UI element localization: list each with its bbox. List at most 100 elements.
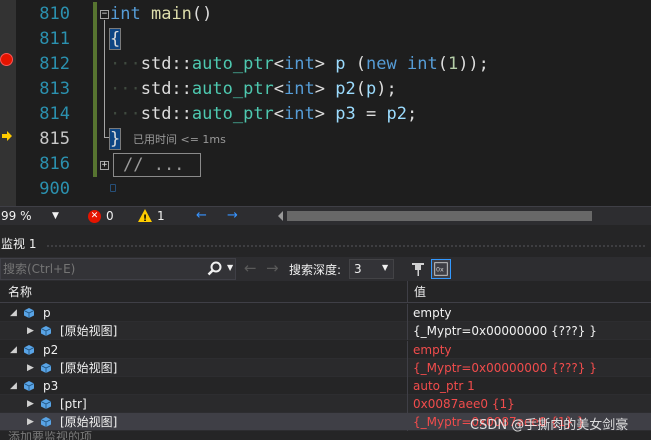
- variable-icon: [41, 417, 51, 427]
- type-name: auto_ptr: [191, 104, 274, 124]
- function-name: main: [150, 4, 192, 24]
- punctuation: (): [191, 4, 213, 24]
- watch-row-p[interactable]: ◢ p empty: [0, 304, 651, 322]
- column-separator[interactable]: [407, 281, 408, 303]
- line-number: 900: [39, 179, 70, 199]
- scroll-left-icon[interactable]: [278, 211, 283, 221]
- punctuation: (: [355, 79, 366, 99]
- column-header-name[interactable]: 名称: [8, 281, 32, 303]
- code-line-811[interactable]: {: [108, 27, 122, 52]
- pin-icon[interactable]: [409, 260, 427, 278]
- zoom-level[interactable]: 99 % ▼: [0, 207, 60, 225]
- hex-display-icon[interactable]: 0x: [431, 259, 451, 279]
- line-number: 812: [39, 54, 70, 74]
- punctuation: (: [345, 54, 366, 74]
- variable-icon: [24, 308, 34, 318]
- keyword: int: [406, 54, 438, 74]
- watch-row-p2[interactable]: ◢ p2 empty: [0, 341, 651, 359]
- perf-tip[interactable]: 已用时间 <= 1ms: [133, 131, 226, 147]
- variable-icon: [41, 399, 51, 409]
- watch-row-p3[interactable]: ◢ p3 auto_ptr 1: [0, 377, 651, 395]
- keyword: int: [110, 4, 141, 24]
- search-next-icon[interactable]: →: [266, 259, 279, 277]
- code-editor[interactable]: 810 811 812 813 814 815 816 900 − + int …: [0, 0, 651, 206]
- whitespace-dots: ···: [110, 79, 141, 99]
- horizontal-scrollbar[interactable]: [287, 211, 592, 221]
- expand-triangle-icon[interactable]: ▶: [27, 395, 34, 413]
- code-line-810[interactable]: int main(): [110, 2, 212, 27]
- column-separator: [407, 341, 408, 359]
- expand-triangle-icon[interactable]: ▶: [27, 359, 34, 377]
- search-input[interactable]: [0, 258, 236, 280]
- cursor-marker: [110, 184, 116, 192]
- collapse-triangle-icon[interactable]: ◢: [10, 341, 17, 359]
- code-line-813[interactable]: ···std::auto_ptr<int> p2(p);: [110, 77, 397, 102]
- watch-row-ptr[interactable]: ▶ [ptr] 0x0087aee0 {1}: [0, 395, 651, 413]
- watch-panel-title[interactable]: 监视 1: [0, 225, 651, 257]
- watch-row-name: [ptr]: [60, 397, 87, 411]
- column-header-value[interactable]: 值: [414, 281, 426, 303]
- watch-row-name: p3: [43, 379, 59, 393]
- error-icon[interactable]: ✕: [88, 210, 101, 223]
- watch-row-raw-view[interactable]: ▶ [原始视图] {_Myptr=0x00000000 {???} }: [0, 322, 651, 340]
- chevron-down-icon[interactable]: ▼: [382, 263, 388, 272]
- punctuation: >: [314, 79, 326, 99]
- expand-triangle-icon[interactable]: ▶: [27, 322, 34, 340]
- collapsed-region[interactable]: // ...: [113, 153, 201, 177]
- namespace: std::: [140, 79, 192, 99]
- collapse-triangle-icon[interactable]: ◢: [10, 377, 17, 395]
- column-separator: [407, 377, 408, 395]
- column-separator: [407, 413, 408, 431]
- search-previous-icon[interactable]: ←: [244, 259, 257, 277]
- line-number-row: 816: [0, 152, 100, 177]
- watch-row-value-changed: empty: [413, 343, 452, 357]
- column-separator: [407, 359, 408, 377]
- punctuation: ));: [458, 54, 489, 74]
- code-line-814[interactable]: ···std::auto_ptr<int> p3 = p2;: [110, 102, 417, 127]
- variable-icon: [41, 363, 51, 373]
- variable-icon: [24, 381, 34, 391]
- code-line-812[interactable]: ···std::auto_ptr<int> p (new int(1));: [110, 52, 489, 77]
- watch-row-value: empty: [413, 306, 452, 320]
- type-name: auto_ptr: [191, 54, 274, 74]
- watch-row-value-changed: auto_ptr 1: [413, 379, 475, 393]
- column-separator: [407, 322, 408, 340]
- collapse-icon[interactable]: −: [100, 10, 109, 19]
- editor-status-strip: 99 % ▼ ✕ 0 ! 1 ← →: [0, 206, 651, 225]
- outline-guide: [104, 20, 105, 137]
- watch-row-value-changed: 0x0087aee0 {1}: [413, 397, 515, 411]
- expand-icon[interactable]: +: [100, 161, 109, 170]
- variable-icon: [41, 326, 51, 336]
- namespace: std::: [140, 104, 192, 124]
- expand-triangle-icon[interactable]: ▶: [27, 413, 34, 431]
- punctuation: );: [376, 79, 397, 99]
- zoom-value: 99 %: [1, 209, 32, 223]
- current-statement-arrow-icon: [2, 131, 12, 141]
- search-options-chevron-icon[interactable]: ▼: [227, 263, 233, 272]
- line-number-row: 813: [0, 77, 100, 102]
- line-number: 816: [39, 154, 70, 174]
- svg-text:0x: 0x: [436, 267, 444, 274]
- collapse-triangle-icon[interactable]: ◢: [10, 304, 17, 322]
- punctuation: (: [437, 54, 448, 74]
- column-separator: [407, 395, 408, 413]
- watch-row-raw-view[interactable]: ▶ [原始视图] {_Myptr=0x00000000 {???} }: [0, 359, 651, 377]
- search-icon[interactable]: [206, 260, 224, 278]
- chevron-down-icon: ▼: [52, 211, 59, 221]
- watch-row-name: [原始视图]: [60, 324, 118, 338]
- watch-row-value: {_Myptr=0x00000000 {???} }: [413, 324, 597, 338]
- line-number-current: 815: [39, 129, 70, 149]
- nav-forward-icon[interactable]: →: [227, 207, 238, 225]
- warning-count[interactable]: 1: [157, 207, 165, 225]
- search-depth-label: 搜索深度:: [289, 263, 342, 277]
- code-line-815[interactable]: }: [108, 127, 122, 152]
- error-count[interactable]: 0: [106, 207, 114, 225]
- keyword: int: [284, 54, 315, 74]
- breakpoint-icon[interactable]: [0, 53, 13, 66]
- outline-guide-end: [104, 137, 109, 138]
- watch-toolbar: ▼ ← → 搜索深度: 3 ▼ 0x: [0, 257, 651, 281]
- nav-back-icon[interactable]: ←: [196, 207, 207, 225]
- column-separator: [407, 304, 408, 322]
- add-watch-item[interactable]: 添加要监视的项: [0, 431, 92, 440]
